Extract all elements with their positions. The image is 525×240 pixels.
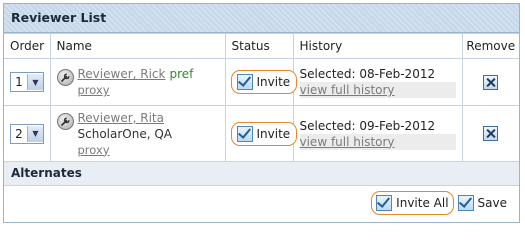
close-icon[interactable] <box>483 74 499 90</box>
table-row: 1 ▼ Reviewer, Rick pref proxy Invite Sel… <box>4 58 519 106</box>
order-cell: 1 ▼ <box>4 58 51 106</box>
alternates-header: Alternates <box>4 162 519 186</box>
checkbox-icon[interactable] <box>457 195 474 211</box>
footer-actions: Invite All Save <box>4 186 519 220</box>
checkbox-icon[interactable] <box>236 74 253 90</box>
panel-title: Reviewer List <box>4 4 519 33</box>
view-history-link[interactable]: view full history <box>299 82 456 98</box>
organization: ScholarOne, QA <box>77 126 173 141</box>
checkbox-icon[interactable] <box>236 125 253 142</box>
proxy-link[interactable]: proxy <box>78 83 110 97</box>
reviewer-list-panel: Reviewer List Order Name Status History … <box>3 3 520 223</box>
remove-cell <box>461 105 519 162</box>
history-cell: Selected: 08-Feb-2012 view full history <box>292 58 463 106</box>
order-select[interactable]: 1 ▼ <box>10 72 44 92</box>
wrench-icon[interactable] <box>56 112 74 130</box>
selected-date: Selected: 08-Feb-2012 <box>299 67 436 81</box>
save-label: Save <box>477 196 507 210</box>
chevron-down-icon: ▼ <box>27 125 43 142</box>
order-select[interactable]: 2 ▼ <box>10 123 44 144</box>
invite-label: Invite <box>256 126 291 141</box>
order-value: 1 <box>15 75 23 89</box>
invite-toggle[interactable]: Invite <box>230 70 298 94</box>
column-header-remove: Remove <box>461 33 519 59</box>
order-value: 2 <box>15 126 23 141</box>
invite-label: Invite <box>256 75 291 89</box>
column-header-order: Order <box>4 33 51 59</box>
invite-all-label: Invite All <box>396 196 449 210</box>
selected-date: Selected: 09-Feb-2012 <box>299 118 436 133</box>
reviewer-name-link[interactable]: Reviewer, Rita <box>78 111 165 125</box>
invite-toggle[interactable]: Invite <box>230 121 298 146</box>
chevron-down-icon: ▼ <box>27 74 43 90</box>
status-cell: Invite <box>224 58 298 106</box>
table-row: 2 ▼ Reviewer, Rita ScholarOne, QA proxy <box>4 105 519 162</box>
view-history-link[interactable]: view full history <box>299 133 456 150</box>
status-cell: Invite <box>224 105 298 162</box>
column-header-name: Name <box>49 33 226 59</box>
reviewer-table: Order Name Status History Remove 1 ▼ Rev… <box>4 33 519 162</box>
history-cell: Selected: 09-Feb-2012 view full history <box>292 105 463 162</box>
column-header-history: History <box>292 33 463 59</box>
wrench-icon[interactable] <box>56 69 74 86</box>
name-cell: Reviewer, Rick pref proxy <box>49 58 226 106</box>
reviewer-name-link[interactable]: Reviewer, Rick <box>78 67 166 81</box>
order-cell: 2 ▼ <box>4 105 51 162</box>
remove-cell <box>461 58 519 106</box>
name-cell: Reviewer, Rita ScholarOne, QA proxy <box>49 105 226 162</box>
invite-all-button[interactable]: Invite All <box>371 191 454 215</box>
checkbox-icon[interactable] <box>376 195 393 211</box>
close-icon[interactable] <box>483 126 499 141</box>
proxy-link[interactable]: proxy <box>78 143 110 157</box>
save-button[interactable]: Save <box>457 195 507 211</box>
pref-label: pref <box>169 67 194 81</box>
column-header-status: Status <box>224 33 294 59</box>
